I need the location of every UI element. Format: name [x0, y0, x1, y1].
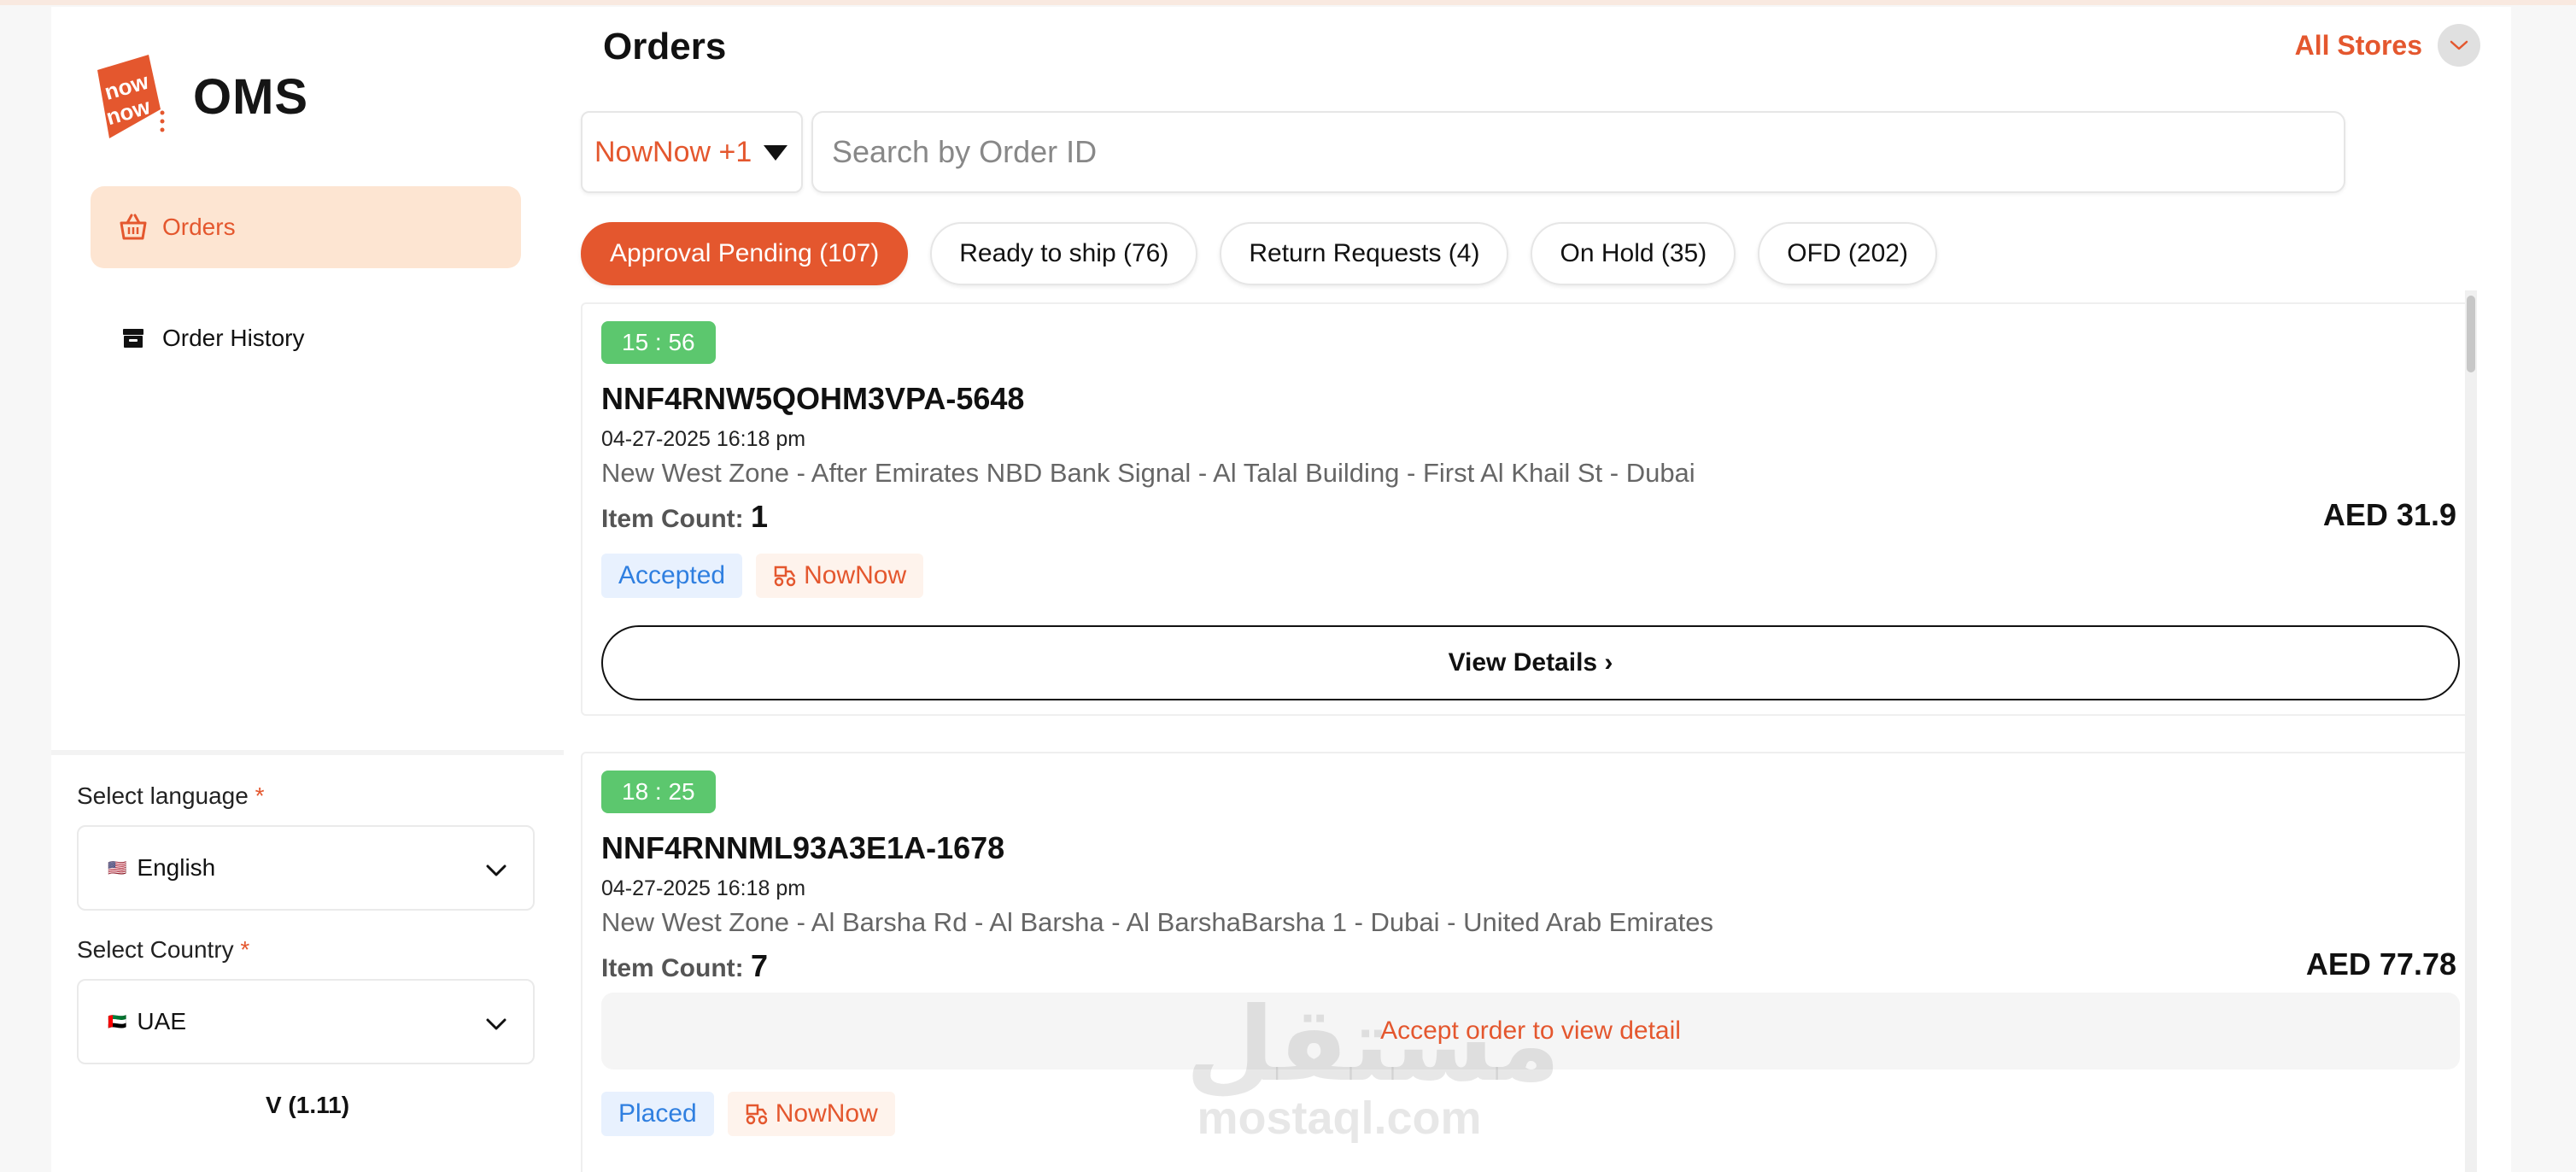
- status-tabs: Approval Pending (107) Ready to ship (76…: [581, 222, 1959, 285]
- brand-logo[interactable]: now now OMS: [89, 50, 308, 144]
- item-count: Item Count: 7: [601, 948, 769, 983]
- status-badge: Placed: [601, 1092, 714, 1136]
- app-window: now now OMS Orders Order History Select …: [51, 7, 2511, 1172]
- language-label: Select language *: [77, 782, 265, 809]
- archive-icon: [116, 321, 150, 355]
- app-name: OMS: [193, 68, 309, 125]
- status-badge: Accepted: [601, 554, 743, 598]
- app-version: V (1.11): [265, 1092, 350, 1118]
- order-card: 15 : 56 NNF4RNW5QOHM3VPA-5648 04-27-2025…: [581, 302, 2475, 716]
- countdown-timer: 18 : 25: [601, 771, 716, 813]
- store-switcher-label: All Stores: [2294, 29, 2422, 61]
- tab-approval-pending[interactable]: Approval Pending (107): [581, 222, 909, 285]
- language-select[interactable]: 🇺🇸 English: [77, 825, 535, 911]
- order-amount: AED 77.78: [2305, 946, 2456, 982]
- item-count-value: 7: [750, 948, 769, 983]
- sidebar-item-orders[interactable]: Orders: [91, 186, 521, 268]
- platform-filter-value: NowNow +1: [594, 135, 752, 168]
- orders-scrollbar[interactable]: [2465, 290, 2477, 1172]
- delivery-bike-icon: [745, 1103, 769, 1125]
- countdown-timer: 15 : 56: [601, 321, 716, 364]
- country-value: UAE: [137, 1008, 186, 1034]
- order-date: 04-27-2025 16:18 pm: [601, 427, 806, 451]
- channel-badge: NowNow: [756, 554, 924, 598]
- order-badges: Accepted NowNow: [601, 554, 937, 598]
- language-value: English: [137, 854, 216, 881]
- order-address: New West Zone - After Emirates NBD Bank …: [601, 458, 1695, 488]
- top-border: [0, 0, 2576, 5]
- page-title: Orders: [603, 26, 727, 67]
- caret-down-icon: [764, 145, 787, 161]
- tab-ready-to-ship[interactable]: Ready to ship (76): [930, 222, 1198, 285]
- order-badges: Placed NowNow: [601, 1092, 909, 1136]
- us-flag-icon: 🇺🇸: [108, 858, 127, 876]
- order-address: New West Zone - Al Barsha Rd - Al Barsha…: [601, 907, 1713, 937]
- sidebar: now now OMS Orders Order History Select …: [51, 7, 564, 1172]
- store-switcher[interactable]: All Stores: [2295, 24, 2480, 67]
- view-details-button[interactable]: View Details ›: [601, 625, 2460, 700]
- nownow-logo-icon: now now: [89, 50, 167, 144]
- order-id: NNF4RNNML93A3E1A-1678: [601, 830, 1005, 865]
- chevron-down-icon: [485, 1010, 507, 1037]
- scrollbar-thumb[interactable]: [2467, 296, 2475, 372]
- order-amount: AED 31.9: [2322, 497, 2456, 532]
- chevron-down-icon: [485, 856, 507, 883]
- sidebar-item-label: Orders: [162, 214, 236, 240]
- order-card: 18 : 25 NNF4RNNML93A3E1A-1678 04-27-2025…: [581, 752, 2475, 1172]
- item-count: Item Count: 1: [601, 499, 769, 534]
- platform-filter-dropdown[interactable]: NowNow +1: [581, 111, 803, 193]
- country-label: Select Country *: [77, 936, 250, 963]
- order-id: NNF4RNW5QOHM3VPA-5648: [601, 381, 1025, 416]
- country-select[interactable]: 🇦🇪 UAE: [77, 979, 535, 1064]
- uae-flag-icon: 🇦🇪: [108, 1012, 127, 1030]
- sidebar-item-order-history[interactable]: Order History: [91, 297, 521, 379]
- sidebar-divider: [51, 750, 564, 755]
- order-date: 04-27-2025 16:18 pm: [601, 876, 806, 900]
- tab-on-hold[interactable]: On Hold (35): [1531, 222, 1736, 285]
- item-count-value: 1: [750, 499, 769, 534]
- tab-ofd[interactable]: OFD (202): [1758, 222, 1937, 285]
- delivery-bike-icon: [773, 565, 797, 587]
- sidebar-item-label: Order History: [162, 325, 305, 351]
- basket-icon: [116, 210, 150, 244]
- watermark: مستقل mostaql.com: [1186, 987, 1560, 1144]
- chevron-down-icon[interactable]: [2438, 24, 2480, 67]
- channel-badge: NowNow: [727, 1092, 895, 1136]
- tab-return-requests[interactable]: Return Requests (4): [1220, 222, 1509, 285]
- search-input[interactable]: [811, 111, 2345, 193]
